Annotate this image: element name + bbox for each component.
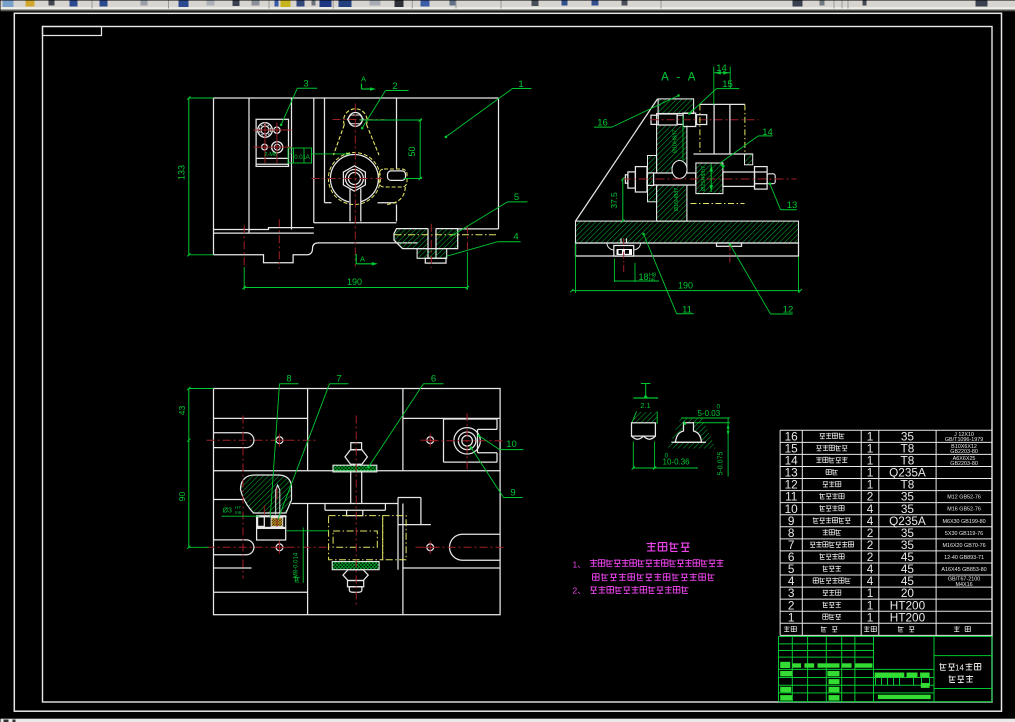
svg-text:M8-0.014: M8-0.014 [294,552,300,578]
svg-text:M16X20 GB70-76: M16X20 GB70-76 [942,543,985,549]
svg-text:Ø25H8/h7: Ø25H8/h7 [701,166,707,191]
svg-text:Ø3: Ø3 [223,508,232,515]
svg-text:2-M6: 2-M6 [265,152,278,158]
svg-text:8: 8 [286,374,291,385]
svg-text:90: 90 [177,492,187,502]
svg-text:M4X16: M4X16 [956,582,973,588]
svg-text:A - A: A - A [661,72,698,84]
svg-text:1: 1 [788,610,795,624]
svg-text:43: 43 [177,406,187,416]
svg-text:5-0.03: 5-0.03 [698,409,721,418]
svg-text:190: 190 [678,281,693,291]
svg-text:GB2203-80: GB2203-80 [950,449,978,455]
svg-text:14: 14 [762,127,773,138]
svg-text:Ø10H8/f7: Ø10H8/f7 [673,130,679,154]
svg-text:37.5: 37.5 [609,192,619,209]
svg-text:1、: 1、 [573,560,586,570]
svg-text:9: 9 [510,488,515,499]
svg-text:GB2203-80: GB2203-80 [950,461,978,467]
svg-text:1: 1 [867,610,874,624]
svg-text:A: A [360,255,365,264]
svg-text:10-0.36: 10-0.36 [663,458,691,467]
svg-text:5-0.075: 5-0.075 [718,452,725,476]
svg-text:M16 GB52-76: M16 GB52-76 [947,507,981,513]
svg-text:Ø15H8/f7: Ø15H8/f7 [674,188,680,212]
svg-text:14: 14 [955,664,964,673]
svg-text:2.1: 2.1 [640,401,650,410]
svg-text:6: 6 [431,374,436,385]
svg-text:m6: m6 [235,510,242,515]
svg-text:HT200: HT200 [890,610,926,624]
svg-text:18: 18 [639,272,649,282]
svg-text:10: 10 [506,439,517,450]
svg-text:2、: 2、 [573,586,586,596]
svg-text:12-40 GB893-71: 12-40 GB893-71 [944,555,984,561]
svg-text:133: 133 [177,165,187,180]
svg-text:190: 190 [347,277,362,287]
svg-text:5X30 GB119-76: 5X30 GB119-76 [945,531,983,537]
svg-text:A16X45 GB853-80: A16X45 GB853-80 [941,567,986,573]
svg-text:50: 50 [407,146,417,156]
svg-text:h6: h6 [649,278,655,284]
svg-text:GB/T1096-1979: GB/T1096-1979 [945,437,983,443]
svg-text:5: 5 [514,192,519,203]
svg-text:A: A [361,75,366,84]
svg-text:4: 4 [513,232,518,243]
svg-text:M6X30 GB199-80: M6X30 GB199-80 [942,519,985,525]
svg-text:7: 7 [336,374,341,385]
svg-text:M12 GB52-76: M12 GB52-76 [947,495,981,501]
svg-text:A: A [306,154,311,161]
